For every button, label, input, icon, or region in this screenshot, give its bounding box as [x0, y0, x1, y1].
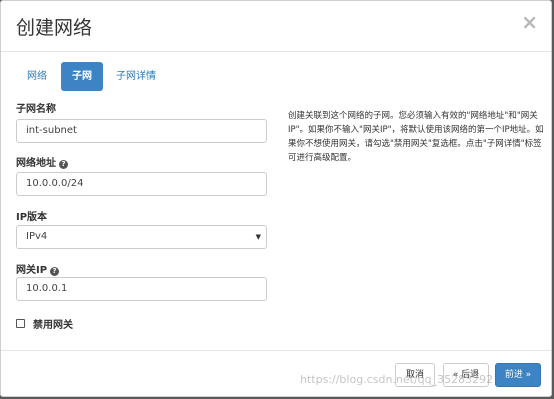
tab-network[interactable]: 网络: [16, 62, 58, 91]
modal-header: 创建网络 ×: [1, 1, 551, 52]
ip-version-selected-value: IPv4: [26, 231, 48, 242]
close-icon[interactable]: ×: [521, 10, 538, 34]
back-button[interactable]: « 后退: [443, 363, 489, 387]
caret-down-icon: ▼: [255, 233, 261, 241]
tab-subnet[interactable]: 子网: [61, 62, 103, 91]
subnet-name-label: 子网名称: [16, 104, 56, 115]
ip-version-select[interactable]: IPv4 ▼: [16, 225, 267, 249]
tab-subnet-details[interactable]: 子网详情: [108, 62, 164, 91]
subnet-name-input[interactable]: int-subnet: [16, 119, 267, 143]
help-text: 创建关联到这个网络的子网。您必须输入有效的"网络地址"和"网关IP"。如果你不输…: [288, 111, 544, 163]
disable-gateway-label: 禁用网关: [33, 320, 73, 331]
modal-title: 创建网络: [16, 17, 93, 39]
network-address-label-text: 网络地址: [16, 158, 56, 169]
modal-footer: 取消 « 后退 前进 »: [1, 350, 551, 399]
disable-gateway-checkbox[interactable]: [16, 319, 25, 328]
next-button[interactable]: 前进 »: [495, 363, 541, 387]
gateway-ip-input[interactable]: 10.0.0.1: [16, 277, 267, 301]
question-circle-icon[interactable]: ?: [50, 267, 60, 276]
ip-version-label: IP版本: [16, 212, 48, 223]
gateway-ip-label-text: 网关IP: [16, 265, 48, 276]
question-circle-icon[interactable]: ?: [59, 160, 68, 169]
disable-gateway-row[interactable]: 禁用网关: [16, 316, 73, 331]
create-network-modal: 创建网络 × 网络 子网 子网详情 子网名称 int-subnet 网络地址? …: [0, 0, 552, 397]
cancel-button[interactable]: 取消: [395, 363, 435, 387]
gateway-ip-label: 网关IP?: [16, 261, 60, 276]
network-address-label: 网络地址?: [16, 154, 68, 169]
network-address-input[interactable]: 10.0.0.0/24: [16, 172, 267, 196]
